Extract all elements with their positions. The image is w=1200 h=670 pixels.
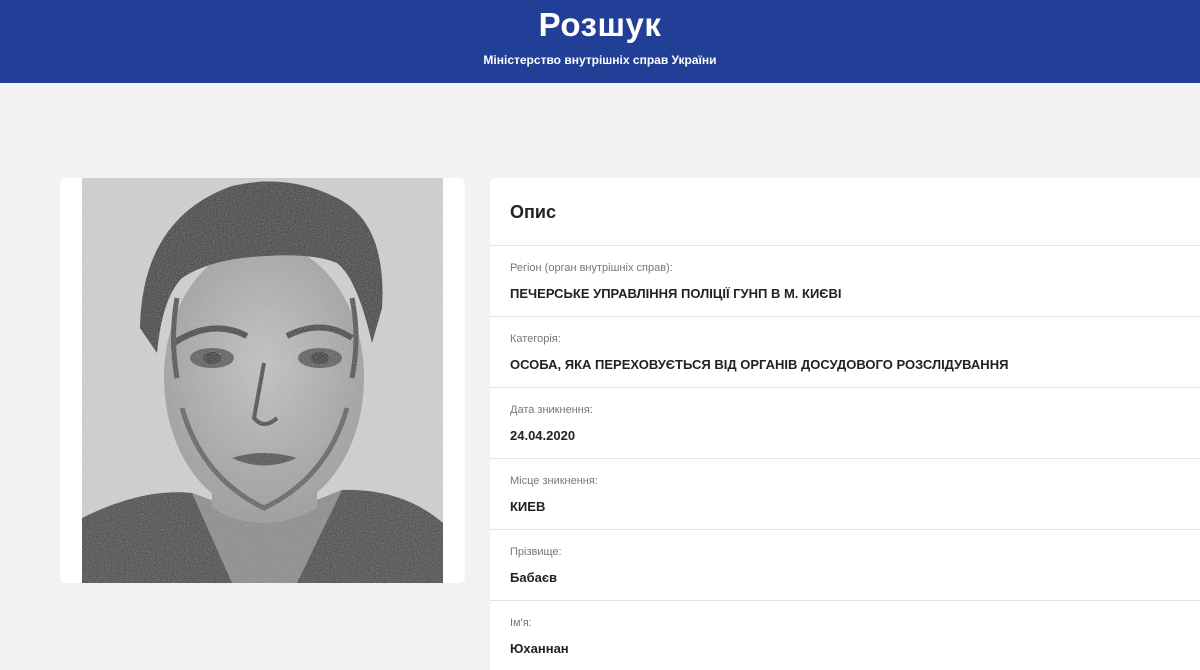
field-first-name: Ім'я: Юханнан: [490, 601, 1200, 670]
field-label: Прізвище:: [510, 546, 562, 558]
field-category: Категорія: ОСОБА, ЯКА ПЕРЕХОВУЄТЬСЯ ВІД …: [490, 317, 1200, 388]
field-value: 24.04.2020: [510, 428, 576, 443]
description-title: Опис: [490, 178, 1200, 246]
field-value: КИЕВ: [510, 499, 546, 514]
field-value: Бабаєв: [510, 570, 558, 585]
field-disappearance-date: Дата зникнення: 24.04.2020: [490, 388, 1200, 459]
suspect-composite-photo: [82, 178, 443, 583]
photo-card: [60, 178, 465, 583]
field-region: Регіон (орган внутрішніх справ): ПЕЧЕРСЬ…: [490, 246, 1200, 317]
page-subtitle: Міністерство внутрішніх справ України: [483, 53, 717, 67]
page-header: Розшук Міністерство внутрішніх справ Укр…: [0, 0, 1200, 83]
field-surname: Прізвище: Бабаєв: [490, 530, 1200, 601]
field-label: Ім'я:: [510, 617, 532, 629]
field-value: ПЕЧЕРСЬКЕ УПРАВЛІННЯ ПОЛІЦІЇ ГУНП В М. К…: [510, 286, 842, 301]
page-title: Розшук: [538, 6, 662, 43]
field-value: ОСОБА, ЯКА ПЕРЕХОВУЄТЬСЯ ВІД ОРГАНІВ ДОС…: [510, 357, 1009, 372]
field-disappearance-place: Місце зникнення: КИЕВ: [490, 459, 1200, 530]
description-card: Опис Регіон (орган внутрішніх справ): ПЕ…: [490, 178, 1200, 670]
field-label: Місце зникнення:: [510, 475, 598, 487]
field-label: Дата зникнення:: [510, 404, 593, 416]
field-label: Категорія:: [510, 333, 561, 345]
field-label: Регіон (орган внутрішніх справ):: [510, 262, 673, 274]
field-value: Юханнан: [510, 641, 569, 656]
